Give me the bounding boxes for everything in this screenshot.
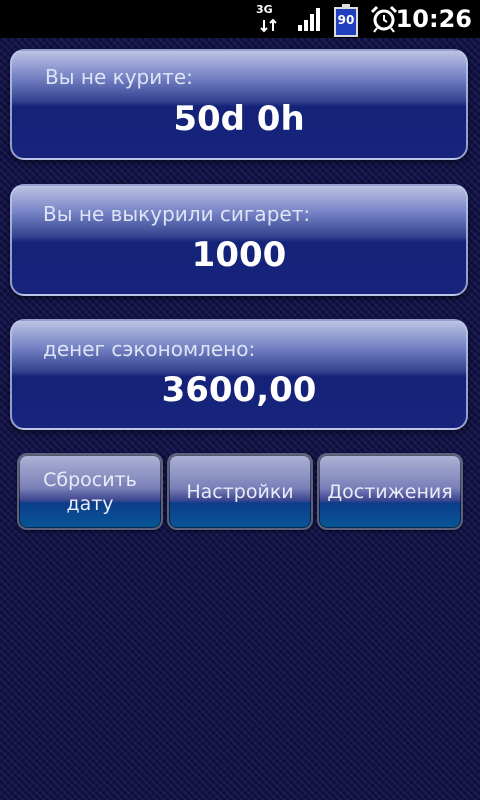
not-smoking-duration-value: 50d 0h [173,99,305,139]
cigarettes-not-smoked-value: 1000 [191,235,287,275]
battery-level: 90 [337,13,355,27]
battery-icon: 90 [334,4,358,37]
status-bar: 3G 90 10:26 [0,0,480,38]
reset-date-label-line1: Сбросить [43,468,137,491]
settings-button-label: Настройки [186,480,294,503]
not-smoking-duration-card: Вы не курите: 50d 0h [10,49,468,160]
money-saved-label: денег сэкономлено: [43,337,256,361]
settings-button[interactable]: Настройки [167,453,313,530]
network-3g-icon: 3G [256,4,284,34]
reset-date-button[interactable]: Сбросить дату [17,453,163,530]
achievements-button[interactable]: Достижения [317,453,463,530]
signal-strength-icon [298,8,320,31]
cigarettes-not-smoked-label: Вы не выкурили сигарет: [43,202,311,226]
alarm-clock-icon [370,5,398,33]
reset-date-label-line2: дату [66,492,114,515]
money-saved-value: 3600,00 [161,370,317,410]
not-smoking-duration-label: Вы не курите: [45,65,193,89]
clock-time: 10:26 [395,5,472,33]
achievements-button-label: Достижения [327,480,453,503]
cigarettes-not-smoked-card: Вы не выкурили сигарет: 1000 [10,184,468,296]
money-saved-card: денег сэкономлено: 3600,00 [10,319,468,430]
